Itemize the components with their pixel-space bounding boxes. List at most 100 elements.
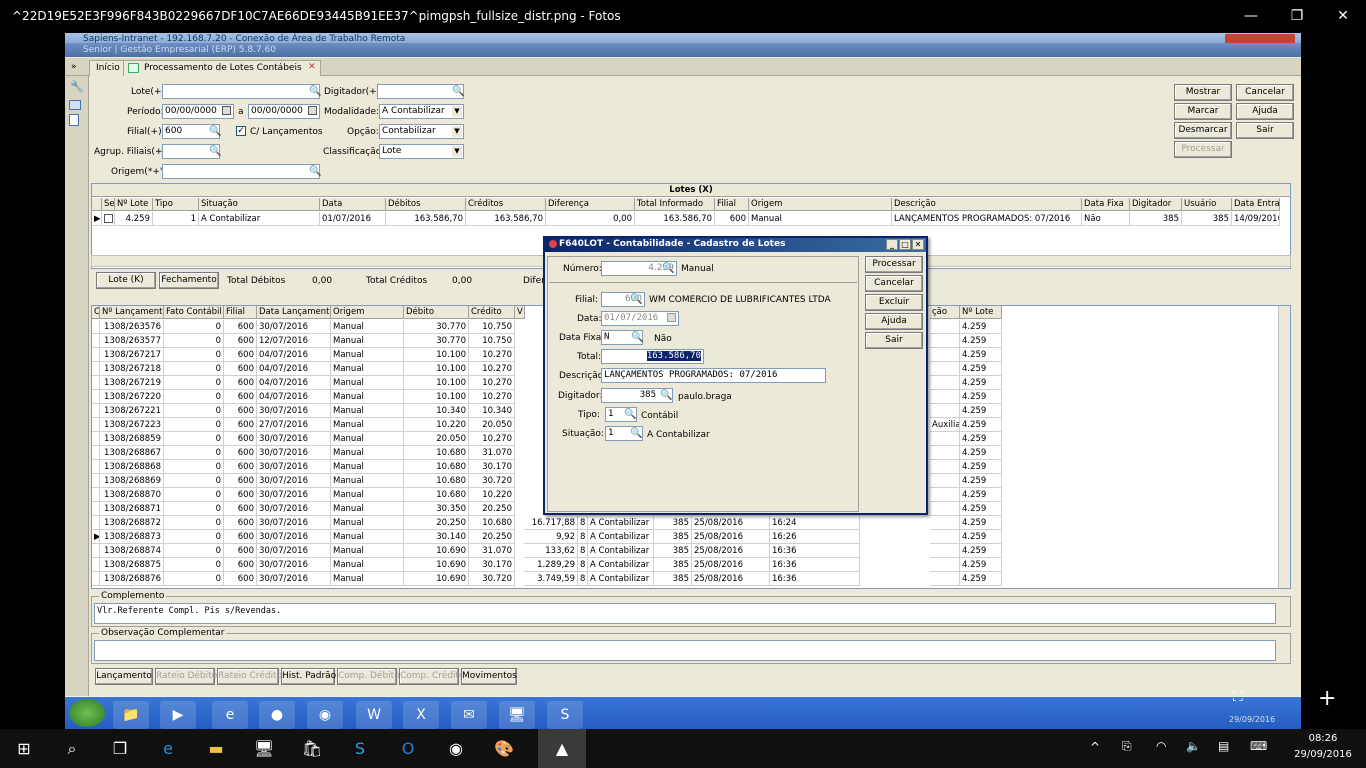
chrome-icon[interactable]: ◉ (307, 701, 343, 729)
clock-date[interactable]: 29/09/2016 (1286, 749, 1360, 760)
start-orb-icon[interactable] (69, 699, 105, 727)
lotes-col-header[interactable]: Usuário (1182, 198, 1232, 211)
calendar-icon[interactable] (308, 106, 317, 115)
lotes-col-header[interactable]: Créditos (466, 198, 546, 211)
lotes-col-header[interactable]: Tipo (153, 198, 199, 211)
close-icon[interactable]: ✕ (912, 239, 924, 250)
zoom-in-icon[interactable]: + (1318, 686, 1336, 711)
lotes-data-row[interactable]: ▶ 4.259 1 A Contabilizar 01/07/2016 163.586,7… (92, 212, 1290, 226)
fullscreen-icon[interactable]: ⛶ (1233, 689, 1265, 713)
bottom-tab[interactable]: Movimentos (461, 668, 517, 685)
close-icon[interactable]: ✕ (1330, 4, 1356, 28)
lanc-col-header[interactable]: Origem (331, 306, 404, 319)
lotes-col-header[interactable]: Diferença (546, 198, 635, 211)
minimize-icon[interactable]: _ (886, 239, 898, 250)
dialog-cancelar-button[interactable]: Cancelar (865, 275, 923, 292)
file-explorer-icon[interactable]: ▬ (192, 729, 240, 768)
document-icon[interactable] (69, 114, 79, 126)
processar-button[interactable]: Processar (1174, 141, 1232, 158)
close-tab-icon[interactable]: ✕ (308, 62, 316, 72)
lanc-col-header[interactable]: Nº Lote (960, 306, 1002, 319)
rdp-icon[interactable]: 🖥 (499, 701, 535, 729)
search-icon[interactable]: 🔍 (630, 293, 642, 306)
dialog-excluir-button[interactable]: Excluir (865, 294, 923, 311)
search-icon[interactable]: 🔍 (452, 85, 464, 98)
bottom-tab[interactable]: Comp. Crédito (399, 668, 465, 685)
search-icon[interactable]: 🔍 (630, 427, 642, 440)
task-view-icon[interactable]: ❐ (96, 729, 144, 768)
chrome-icon[interactable]: ◉ (432, 729, 480, 768)
wifi-icon[interactable]: ◠ (1156, 739, 1166, 753)
skype-icon[interactable]: S (547, 701, 583, 729)
search-icon[interactable]: 🔍 (309, 165, 321, 178)
observacao-text[interactable] (94, 640, 1276, 661)
search-icon[interactable]: 🔍 (209, 145, 221, 158)
tab-processamento[interactable]: Processamento de Lotes Contábeis ✕ (123, 60, 321, 76)
maximize-icon[interactable]: □ (899, 239, 911, 250)
clanc-checkbox[interactable]: ✓ (236, 126, 246, 136)
restore-icon[interactable]: ❐ (1284, 4, 1310, 28)
store-icon[interactable]: 🛍 (288, 729, 336, 768)
lanc-col-header[interactable]: ção (930, 306, 960, 319)
lotes-col-header[interactable]: Sel (102, 198, 115, 211)
lotes-col-header[interactable]: Débitos (386, 198, 466, 211)
lotes-col-header[interactable]: Origem (749, 198, 892, 211)
complemento-text[interactable]: Vlr.Referente Compl. Pis s/Revendas. (94, 603, 1276, 624)
firefox-icon[interactable]: ● (259, 701, 295, 729)
lanc-col-header[interactable]: V (515, 306, 525, 319)
clock-time[interactable]: 08:26 (1298, 733, 1348, 744)
lotes-cell[interactable] (102, 212, 115, 226)
lanc-col-header[interactable]: Débito (404, 306, 469, 319)
bottom-tab[interactable]: Rateio Crédito (217, 668, 282, 685)
classificacao-select[interactable]: Lote (379, 144, 464, 159)
search-icon[interactable]: 🔍 (209, 125, 221, 138)
remote-desktop-icon[interactable]: 🖥 (240, 729, 288, 768)
total-input[interactable]: 163.586,70 (601, 349, 704, 364)
sair-button[interactable]: Sair (1236, 122, 1294, 139)
lotes-col-header[interactable]: Descrição (892, 198, 1082, 211)
windows-start-icon[interactable]: ⊞ (0, 729, 48, 768)
lotes-col-header[interactable]: Situação (199, 198, 320, 211)
calendar-icon[interactable] (222, 106, 231, 115)
lotes-col-header[interactable]: Total Informado (635, 198, 715, 211)
lanc-vscrollbar[interactable] (1278, 306, 1290, 588)
word-icon[interactable]: W (356, 701, 392, 729)
ie-icon[interactable]: e (212, 701, 248, 729)
lanc-col-header[interactable]: Fato Contábil (164, 306, 224, 319)
lanc-col-header[interactable]: Nº Lançamento (100, 306, 164, 319)
marcar-button[interactable]: Marcar (1174, 103, 1232, 120)
digitador-input[interactable] (377, 84, 464, 99)
window-icon[interactable] (69, 100, 81, 110)
dialog-processar-button[interactable]: Processar (865, 256, 923, 273)
tab-inicio[interactable]: Início (89, 60, 127, 76)
search-icon[interactable]: 🔍 (631, 331, 643, 344)
lote-input[interactable] (162, 84, 320, 99)
search-icon[interactable]: ⌕ (48, 729, 96, 768)
media-player-icon[interactable]: ▶ (160, 701, 196, 729)
lanc-col-header[interactable]: C (92, 306, 100, 319)
lotes-col-header[interactable]: Data (320, 198, 386, 211)
minimize-icon[interactable]: — (1238, 4, 1264, 28)
lotes-col-header[interactable]: Filial (715, 198, 749, 211)
origem-input[interactable] (162, 164, 320, 179)
desmarcar-button[interactable]: Desmarcar (1174, 122, 1232, 139)
bottom-tab[interactable]: Comp. Débito (337, 668, 400, 685)
lanc-col-header[interactable]: Data Lançamento (257, 306, 331, 319)
paint-icon[interactable]: 🎨 (480, 729, 528, 768)
skype-icon[interactable]: S (336, 729, 384, 768)
edge-icon[interactable]: e (144, 729, 192, 768)
lotes-col-header[interactable]: Data Entrad (1232, 198, 1280, 211)
bottom-tab[interactable]: Hist. Padrão (281, 668, 336, 685)
notification-icon[interactable]: ▤ (1218, 739, 1229, 753)
calendar-icon[interactable] (667, 313, 676, 322)
keyboard-icon[interactable]: ⌨ (1250, 739, 1267, 753)
wrench-icon[interactable]: 🔧 (70, 80, 84, 93)
modalidade-select[interactable]: A Contabilizar (379, 104, 464, 119)
cancelar-button[interactable]: Cancelar (1236, 84, 1294, 101)
lanc-col-header[interactable]: Filial (224, 306, 257, 319)
search-icon[interactable]: 🔍 (662, 262, 674, 275)
lote-k-button[interactable]: Lote (K) (96, 272, 156, 289)
photos-icon[interactable]: ▲ (538, 729, 586, 768)
lotes-col-header[interactable]: Nº Lote (115, 198, 153, 211)
bottom-tab[interactable]: Lançamento (95, 668, 153, 685)
